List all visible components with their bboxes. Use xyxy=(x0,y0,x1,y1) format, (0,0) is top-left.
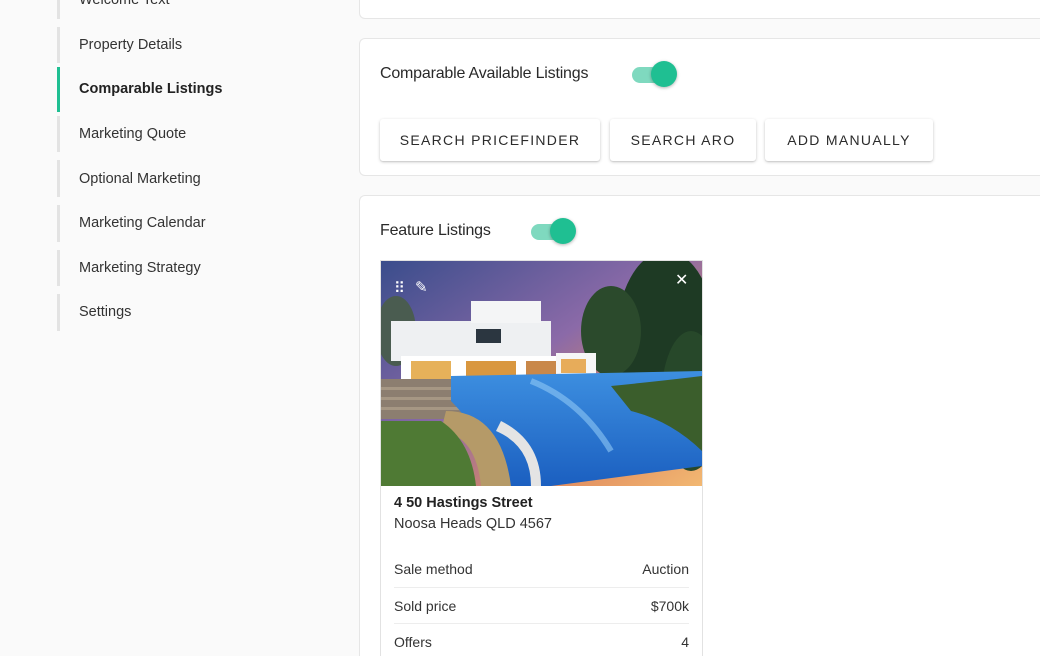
listing-detail-row: Offers 4 xyxy=(394,623,689,656)
section-title: Comparable Available Listings xyxy=(380,65,589,82)
comparable-listings-toggle[interactable] xyxy=(630,61,678,87)
sidebar-item-property-details[interactable]: Property Details xyxy=(57,23,317,68)
toggle-knob xyxy=(651,61,677,87)
detail-label: Sale method xyxy=(394,561,473,577)
listing-detail-row: Sale method Auction xyxy=(394,551,689,587)
sidebar-item-welcome-text[interactable]: Welcome Text xyxy=(57,0,317,23)
sidebar-item-label: Property Details xyxy=(79,36,183,53)
property-photo-image xyxy=(381,261,702,486)
sidebar-item-label: Settings xyxy=(79,304,132,321)
listing-detail-row: Sold price $700k xyxy=(394,587,689,623)
property-photo: ⠿ ✎ ✕ xyxy=(381,261,702,486)
sidebar: Welcome Text Property Details Comparable… xyxy=(0,0,330,656)
sidebar-item-marketing-strategy[interactable]: Marketing Strategy xyxy=(57,246,317,291)
detail-value: $700k xyxy=(650,597,689,614)
sidebar-item-settings[interactable]: Settings xyxy=(57,290,317,335)
comparable-listings-card: Comparable Available Listings SEARCH PRI… xyxy=(359,38,1040,176)
section-title: Feature Listings xyxy=(380,222,491,239)
toggle-knob xyxy=(550,218,576,244)
sidebar-item-label: Optional Marketing xyxy=(79,170,201,187)
feature-listings-toggle[interactable] xyxy=(529,218,577,244)
pencil-icon[interactable]: ✎ xyxy=(415,280,428,295)
detail-value: Auction xyxy=(642,561,689,577)
sidebar-item-label: Marketing Calendar xyxy=(79,215,206,232)
close-icon[interactable]: ✕ xyxy=(675,273,688,289)
detail-label: Offers xyxy=(394,633,432,650)
sidebar-item-marketing-quote[interactable]: Marketing Quote xyxy=(57,112,317,157)
listing-address-line2: Noosa Heads QLD 4567 xyxy=(394,516,552,532)
sidebar-item-label: Marketing Quote xyxy=(79,126,187,143)
listing-details: Sale method Auction Sold price $700k Off… xyxy=(381,551,702,656)
sidebar-nav: Welcome Text Property Details Comparable… xyxy=(57,0,317,335)
sidebar-item-label: Welcome Text xyxy=(79,0,170,9)
add-manually-button[interactable]: ADD MANUALLY xyxy=(765,119,933,161)
search-aro-button[interactable]: SEARCH ARO xyxy=(610,119,756,161)
listing-card: ⠿ ✎ ✕ 4 50 Hastings Street Noosa Heads Q… xyxy=(380,260,703,656)
search-pricefinder-button[interactable]: SEARCH PRICEFINDER xyxy=(380,119,600,161)
sidebar-item-comparable-listings[interactable]: Comparable Listings xyxy=(57,67,317,112)
detail-value: 4 xyxy=(681,633,689,650)
sidebar-item-optional-marketing[interactable]: Optional Marketing xyxy=(57,156,317,201)
sidebar-item-marketing-calendar[interactable]: Marketing Calendar xyxy=(57,201,317,246)
detail-label: Sold price xyxy=(394,597,457,614)
drag-handle-icon[interactable]: ⠿ xyxy=(394,281,405,296)
previous-section-card xyxy=(359,0,1040,19)
sidebar-item-label: Marketing Strategy xyxy=(79,259,201,276)
sidebar-item-label: Comparable Listings xyxy=(79,81,223,98)
feature-listings-card: Feature Listings ⠿ ✎ ✕ 4 50 Hastings Str… xyxy=(359,195,1040,656)
listing-address-line1: 4 50 Hastings Street xyxy=(394,495,533,511)
